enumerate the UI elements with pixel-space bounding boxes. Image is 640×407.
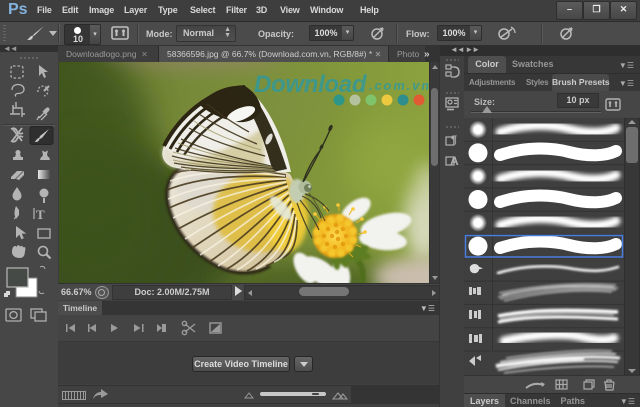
svg-text:¶: ¶ (451, 134, 457, 146)
svg-text:T: T (36, 207, 45, 222)
svg-text:Download: Download (254, 71, 368, 98)
svg-text:A: A (450, 154, 459, 168)
